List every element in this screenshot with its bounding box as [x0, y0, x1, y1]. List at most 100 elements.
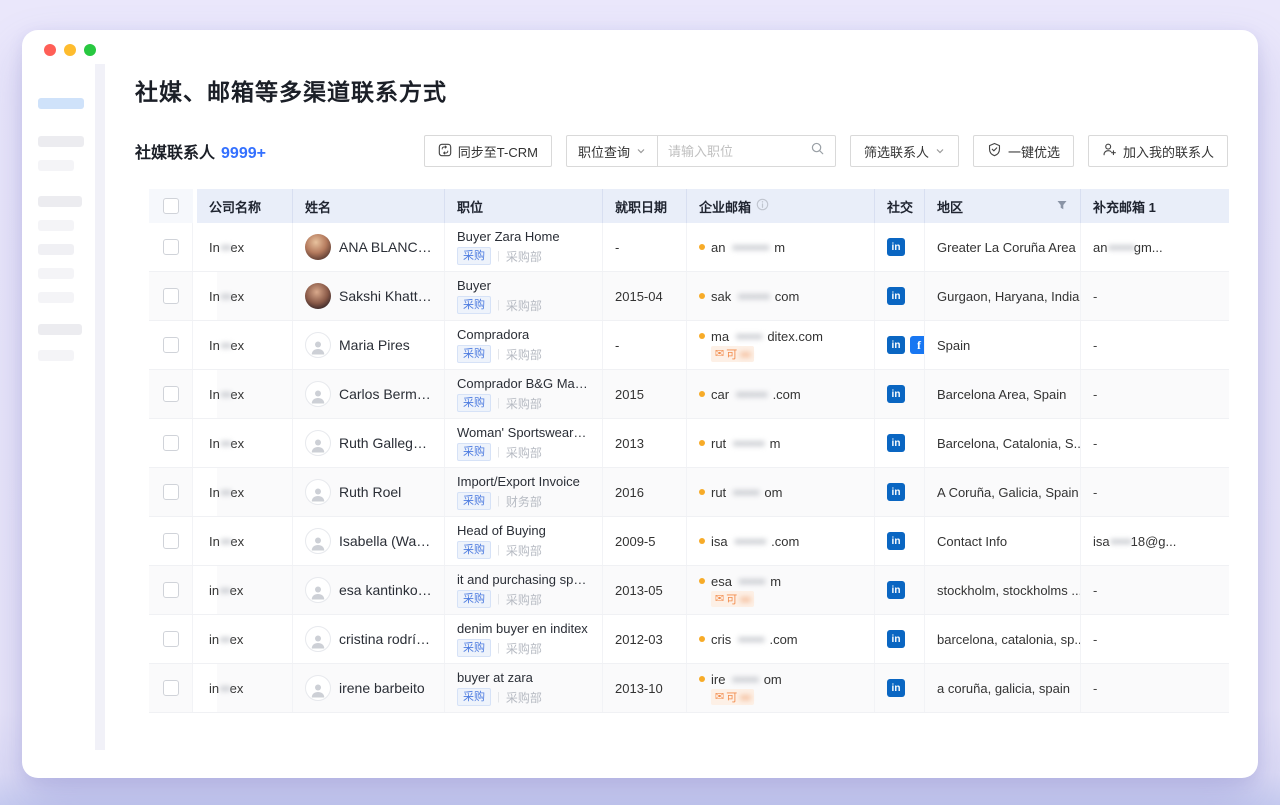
- skeleton-bar: [38, 160, 74, 171]
- extra-email-cell: -: [1081, 370, 1229, 418]
- email-cell: esa●●●●●m✉可●●: [687, 566, 875, 614]
- table-row: In●●ex Carlos Bermudo Cr... Comprador B&…: [149, 370, 1229, 419]
- position-search-input[interactable]: [668, 144, 804, 159]
- role-tag: 采购: [457, 443, 491, 461]
- sync-to-crm-button[interactable]: 同步至T-CRM: [424, 135, 552, 167]
- company-cell: in●●ex: [197, 615, 293, 663]
- name-cell: Sakshi Khattak: [293, 272, 445, 320]
- row-checkbox[interactable]: [163, 582, 179, 598]
- row-checkbox[interactable]: [163, 337, 179, 353]
- page-background: 社媒、邮箱等多渠道联系方式 社媒联系人9999+ 同步至T-CRM 职位查询: [0, 0, 1280, 805]
- name-cell: esa kantinkoski: [293, 566, 445, 614]
- table-row: In●●ex Ruth Gallego Agulló Woman' Sports…: [149, 419, 1229, 468]
- role-tag: 采购: [457, 394, 491, 412]
- region-cell: Gurgaon, Haryana, India: [925, 272, 1081, 320]
- info-icon[interactable]: [756, 198, 769, 214]
- name-cell: Isabella (Watson) L...: [293, 517, 445, 565]
- chevron-down-icon: [935, 144, 945, 159]
- date-cell: 2013-10: [603, 664, 687, 712]
- linkedin-icon[interactable]: in: [887, 336, 905, 354]
- extra-email-cell: -: [1081, 321, 1229, 369]
- row-checkbox[interactable]: [163, 680, 179, 696]
- role-tag: 采购: [457, 639, 491, 657]
- extra-email-cell: isa●●●●18@g...: [1081, 517, 1229, 565]
- company-cell: in●●ex: [197, 566, 293, 614]
- region-cell: barcelona, catalonia, sp...: [925, 615, 1081, 663]
- linkedin-icon[interactable]: in: [887, 385, 905, 403]
- role-tag: 采购: [457, 247, 491, 265]
- sidebar: [22, 30, 95, 778]
- person-add-icon: [1102, 142, 1117, 160]
- linkedin-icon[interactable]: in: [887, 630, 905, 648]
- avatar: [305, 283, 331, 309]
- position-cell: Comprador B&G Massi...采购|采购部: [445, 370, 603, 418]
- row-checkbox[interactable]: [163, 288, 179, 304]
- extra-email-cell: -: [1081, 566, 1229, 614]
- social-cell: in: [875, 664, 925, 712]
- row-checkbox[interactable]: [163, 435, 179, 451]
- table-row: in●●ex irene barbeito buyer at zara采购|采购…: [149, 664, 1229, 713]
- date-cell: -: [603, 321, 687, 369]
- region-cell: Contact Info: [925, 517, 1081, 565]
- main-content: 社媒、邮箱等多渠道联系方式 社媒联系人9999+ 同步至T-CRM 职位查询: [105, 30, 1258, 778]
- linkedin-icon[interactable]: in: [887, 483, 905, 501]
- page-title: 社媒、邮箱等多渠道联系方式: [135, 73, 1228, 107]
- extra-email-cell: -: [1081, 468, 1229, 516]
- social-cell: in: [875, 566, 925, 614]
- row-checkbox[interactable]: [163, 386, 179, 402]
- facebook-icon[interactable]: f: [910, 336, 925, 354]
- social-cell: in: [875, 370, 925, 418]
- position-search-group: 职位查询: [566, 135, 836, 167]
- linkedin-icon[interactable]: in: [887, 532, 905, 550]
- search-icon[interactable]: [810, 141, 825, 161]
- reachable-tag: ✉可●●: [711, 591, 754, 607]
- header-date: 就职日期: [603, 189, 687, 223]
- envelope-icon: ✉: [715, 347, 724, 360]
- linkedin-icon[interactable]: in: [887, 287, 905, 305]
- linkedin-icon[interactable]: in: [887, 434, 905, 452]
- position-cell: Woman' Sportswear Bu...采购|采购部: [445, 419, 603, 467]
- table-row: in●●ex esa kantinkoski it and purchasing…: [149, 566, 1229, 615]
- envelope-icon: ✉: [715, 592, 724, 605]
- table-row: In●●ex Ruth Roel Import/Export Invoice采购…: [149, 468, 1229, 517]
- table-row: In●●ex Sakshi Khattak Buyer采购|采购部 2015-0…: [149, 272, 1229, 321]
- position-type-dropdown[interactable]: 职位查询: [566, 135, 658, 167]
- email-cell: cris●●●●●.com: [687, 615, 875, 663]
- row-checkbox[interactable]: [163, 533, 179, 549]
- filter-contacts-button[interactable]: 筛选联系人: [850, 135, 959, 167]
- select-all-checkbox[interactable]: [163, 198, 179, 214]
- extra-email-cell: -: [1081, 664, 1229, 712]
- position-cell: Buyer采购|采购部: [445, 272, 603, 320]
- one-click-optimize-button[interactable]: 一键优选: [973, 135, 1074, 167]
- row-checkbox[interactable]: [163, 484, 179, 500]
- linkedin-icon[interactable]: in: [887, 581, 905, 599]
- extra-email-cell: -: [1081, 615, 1229, 663]
- person-avatar-icon: [305, 430, 331, 456]
- row-checkbox[interactable]: [163, 239, 179, 255]
- email-cell: sak●●●●●●com: [687, 272, 875, 320]
- header-email: 企业邮箱: [687, 189, 875, 223]
- extra-email-cell: an●●●●●gm...: [1081, 223, 1229, 271]
- person-avatar-icon: [305, 675, 331, 701]
- filter-funnel-icon[interactable]: [1056, 199, 1068, 214]
- position-search-field: [658, 135, 836, 167]
- name-cell: cristina rodríguez: [293, 615, 445, 663]
- table-row: In●●ex ANA BLANCO REY Buyer Zara Home采购|…: [149, 223, 1229, 272]
- add-to-my-contacts-button[interactable]: 加入我的联系人: [1088, 135, 1228, 167]
- region-cell: Barcelona, Catalonia, S...: [925, 419, 1081, 467]
- region-cell: A Coruña, Galicia, Spain: [925, 468, 1081, 516]
- position-cell: denim buyer en inditex采购|采购部: [445, 615, 603, 663]
- avatar: [305, 234, 331, 260]
- date-cell: -: [603, 223, 687, 271]
- table-row: In●●ex Maria Pires Compradora采购|采购部 - ma…: [149, 321, 1229, 370]
- sidebar-divider: [95, 64, 105, 750]
- linkedin-icon[interactable]: in: [887, 238, 905, 256]
- reachable-tag: ✉可●●: [711, 689, 754, 705]
- row-checkbox[interactable]: [163, 631, 179, 647]
- role-tag: 采购: [457, 541, 491, 559]
- linkedin-icon[interactable]: in: [887, 679, 905, 697]
- email-cell: ire●●●●●om✉可●●: [687, 664, 875, 712]
- email-cell: an●●●●●●●m: [687, 223, 875, 271]
- skeleton-bar: [38, 98, 84, 109]
- contacts-count-label: 社媒联系人9999+: [135, 139, 266, 163]
